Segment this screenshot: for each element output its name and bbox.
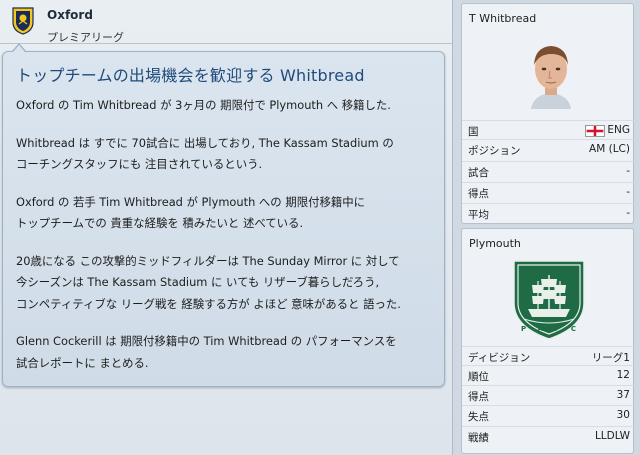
article-title: トップチームの出場機会を歓迎する Whitbread: [16, 66, 365, 85]
article-line: コーチングスタッフにも 注目されているという.: [16, 157, 263, 171]
player-row-average: 平均 -: [462, 203, 635, 222]
stat-label: 得点: [468, 188, 489, 200]
article-line: Whitbread は すでに 70試合に 出場しており, The Kassam…: [16, 135, 394, 150]
club-row-goals-against: 失点 30: [462, 405, 635, 424]
player-row-position: ポジション AM (LC): [462, 139, 635, 158]
stat-label: 得点: [468, 391, 489, 403]
stat-label: 戦績: [468, 432, 489, 444]
article-paragraph: 20歳になる この攻撃的ミッドフィルダーは The Sunday Mirror …: [16, 251, 441, 316]
england-flag-icon: [585, 125, 605, 137]
player-name[interactable]: T Whitbread: [469, 12, 536, 25]
article-paragraph: Oxford の 若手 Tim Whitbread が Plymouth への …: [16, 192, 441, 235]
stat-label: 失点: [468, 411, 489, 423]
player-portrait-icon[interactable]: [521, 37, 581, 109]
stat-label: 平均: [468, 209, 489, 221]
article-pointer-fill: [13, 45, 25, 52]
club-name[interactable]: Oxford: [47, 8, 93, 22]
stat-label: ポジション: [468, 145, 521, 157]
stat-value: -: [626, 207, 630, 219]
club-row-form: 戦績 LLDLW: [462, 426, 635, 445]
stat-value[interactable]: リーグ1: [592, 350, 630, 365]
stat-label: ディビジョン: [468, 352, 531, 364]
article-line: コンペティティブな リーグ戦を 経験する方が よほど 意味があると 語った.: [16, 296, 401, 311]
stat-value[interactable]: ENG: [607, 124, 630, 136]
article-paragraph: Whitbread は すでに 70試合に 出場しており, The Kassam…: [16, 133, 441, 176]
club-row-goals-for: 得点 37: [462, 385, 635, 404]
article-line: Glenn Cockerill は 期限付移籍中の Tim Whitbread …: [16, 334, 397, 348]
stat-label: 試合: [468, 167, 489, 179]
article-line: トップチームでの 貴重な経験を 積みたいと 述べている.: [16, 216, 304, 230]
news-pane: Oxford プレミアリーグ トップチームの出場機会を歓迎する Whitbrea…: [0, 0, 452, 455]
article-line: 今シーズンは The Kassam Stadium に いても リザーブ暮らしだ…: [16, 275, 380, 289]
stat-label: 順位: [468, 371, 489, 383]
player-card: T Whitbread 国 ENG ポジション AM (LC) 試合 - 得点 …: [461, 3, 635, 224]
player-row-games: 試合 -: [462, 161, 635, 180]
stat-label: 国: [468, 126, 479, 138]
article-paragraph: Glenn Cockerill は 期限付移籍中の Tim Whitbread …: [16, 331, 441, 374]
club-row-division: ディビジョン リーグ1: [462, 346, 635, 365]
stat-value: LLDLW: [594, 430, 630, 442]
article-line: Oxford の 若手 Tim Whitbread が Plymouth への …: [16, 194, 366, 209]
article-line: Oxford の Tim Whitbread が 3ヶ月の 期限付で Plymo…: [16, 98, 391, 112]
stat-value: -: [626, 186, 630, 198]
stat-value: -: [626, 165, 630, 177]
stat-value: 30: [616, 409, 630, 421]
club-card: Plymouth P · A · F · C ディビジョン リーグ1 順位 12…: [461, 228, 635, 454]
article-paragraph: Oxford の Tim Whitbread が 3ヶ月の 期限付で Plymo…: [16, 95, 441, 117]
sidebar: T Whitbread 国 ENG ポジション AM (LC) 試合 - 得点 …: [452, 0, 640, 455]
header-divider: [0, 43, 452, 44]
news-article: トップチームの出場機会を歓迎する Whitbread Oxford の Tim …: [2, 51, 445, 387]
oxford-badge-icon[interactable]: [12, 7, 34, 35]
article-line: 20歳になる この攻撃的ミッドフィルダーは The Sunday Mirror …: [16, 253, 400, 268]
crest-lettering: P · A · F · C: [520, 325, 578, 333]
stat-value: AM (LC): [589, 143, 630, 155]
club-row-position: 順位 12: [462, 365, 635, 384]
stat-value: 37: [616, 389, 630, 401]
article-line: 試合レポートに まとめる.: [16, 355, 149, 370]
article-body: Oxford の Tim Whitbread が 3ヶ月の 期限付で Plymo…: [16, 95, 441, 390]
player-row-goals: 得点 -: [462, 182, 635, 201]
player-row-nation: 国 ENG: [462, 120, 635, 139]
opponent-club-name[interactable]: Plymouth: [469, 237, 521, 250]
stat-value: 12: [616, 369, 630, 381]
